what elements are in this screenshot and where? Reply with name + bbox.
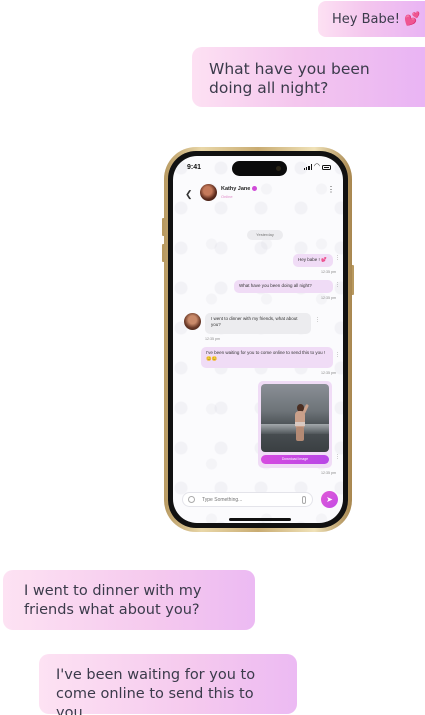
verified-badge-icon	[252, 186, 258, 192]
incoming-bubble-dinner: I went to dinner with my friends what ab…	[3, 570, 255, 630]
chat-screen: 9:41 ◠ ❮ Kathy Jane Online ⋮ Yesterday H…	[173, 156, 343, 523]
message-out-3[interactable]: I've been waiting for you to come online…	[201, 347, 333, 368]
contact-status: Online	[221, 194, 233, 199]
message-time: 12:35 pm	[321, 296, 336, 300]
download-image-button[interactable]: Download Image	[261, 455, 329, 464]
contact-name-text: Kathy Jane	[221, 186, 251, 192]
image-message[interactable]: Download Image	[258, 381, 332, 468]
message-input[interactable]	[202, 497, 297, 503]
message-out-2[interactable]: What have you been doing all night?	[234, 280, 333, 293]
message-in-1[interactable]: I went to dinner with my friends, what a…	[205, 313, 311, 334]
paperclip-icon[interactable]	[302, 496, 306, 504]
outgoing-bubble-waiting: I've been waiting for you to come online…	[39, 654, 297, 715]
smile-icon[interactable]	[188, 496, 195, 503]
message-time: 12:35 pm	[321, 270, 336, 274]
photo-figure	[296, 427, 304, 441]
status-icons: ◠	[303, 163, 331, 170]
date-chip: Yesterday	[247, 230, 283, 240]
message-options-icon[interactable]: ⋮	[315, 318, 320, 323]
more-vertical-icon[interactable]: ⋮	[327, 186, 335, 194]
message-time: 12:35 pm	[321, 471, 336, 475]
message-input-bar[interactable]	[182, 492, 313, 507]
battery-icon	[322, 164, 331, 170]
message-out-1[interactable]: Hey babe ! 💕	[293, 254, 333, 267]
message-options-icon[interactable]: ⋮	[335, 455, 340, 460]
sender-avatar[interactable]	[184, 313, 201, 330]
dynamic-island	[232, 161, 287, 176]
contact-avatar[interactable]	[200, 184, 217, 201]
contact-name: Kathy Jane	[221, 186, 258, 192]
signal-icon	[303, 164, 312, 170]
message-time: 12:35 pm	[205, 337, 220, 341]
camera-dot	[276, 166, 281, 171]
outgoing-bubble-question: What have you been doing all night?	[192, 47, 425, 107]
send-icon: ➤	[326, 495, 333, 504]
photo-figure	[295, 422, 305, 426]
send-button[interactable]: ➤	[321, 491, 338, 508]
message-options-icon[interactable]: ⋮	[335, 256, 340, 261]
message-time: 12:35 pm	[321, 371, 336, 375]
beach-photo[interactable]	[261, 384, 329, 452]
phone-mockup: 9:41 ◠ ❮ Kathy Jane Online ⋮ Yesterday H…	[164, 147, 352, 532]
back-arrow-icon[interactable]: ❮	[185, 189, 193, 200]
home-indicator	[229, 518, 291, 521]
status-time: 9:41	[187, 164, 202, 171]
wifi-icon: ◠	[313, 163, 320, 170]
message-options-icon[interactable]: ⋮	[335, 353, 340, 358]
message-options-icon[interactable]: ⋮	[335, 283, 340, 288]
phone-bezel: 9:41 ◠ ❮ Kathy Jane Online ⋮ Yesterday H…	[168, 151, 348, 528]
outgoing-bubble-hey-babe: Hey Babe! 💕	[318, 1, 425, 37]
